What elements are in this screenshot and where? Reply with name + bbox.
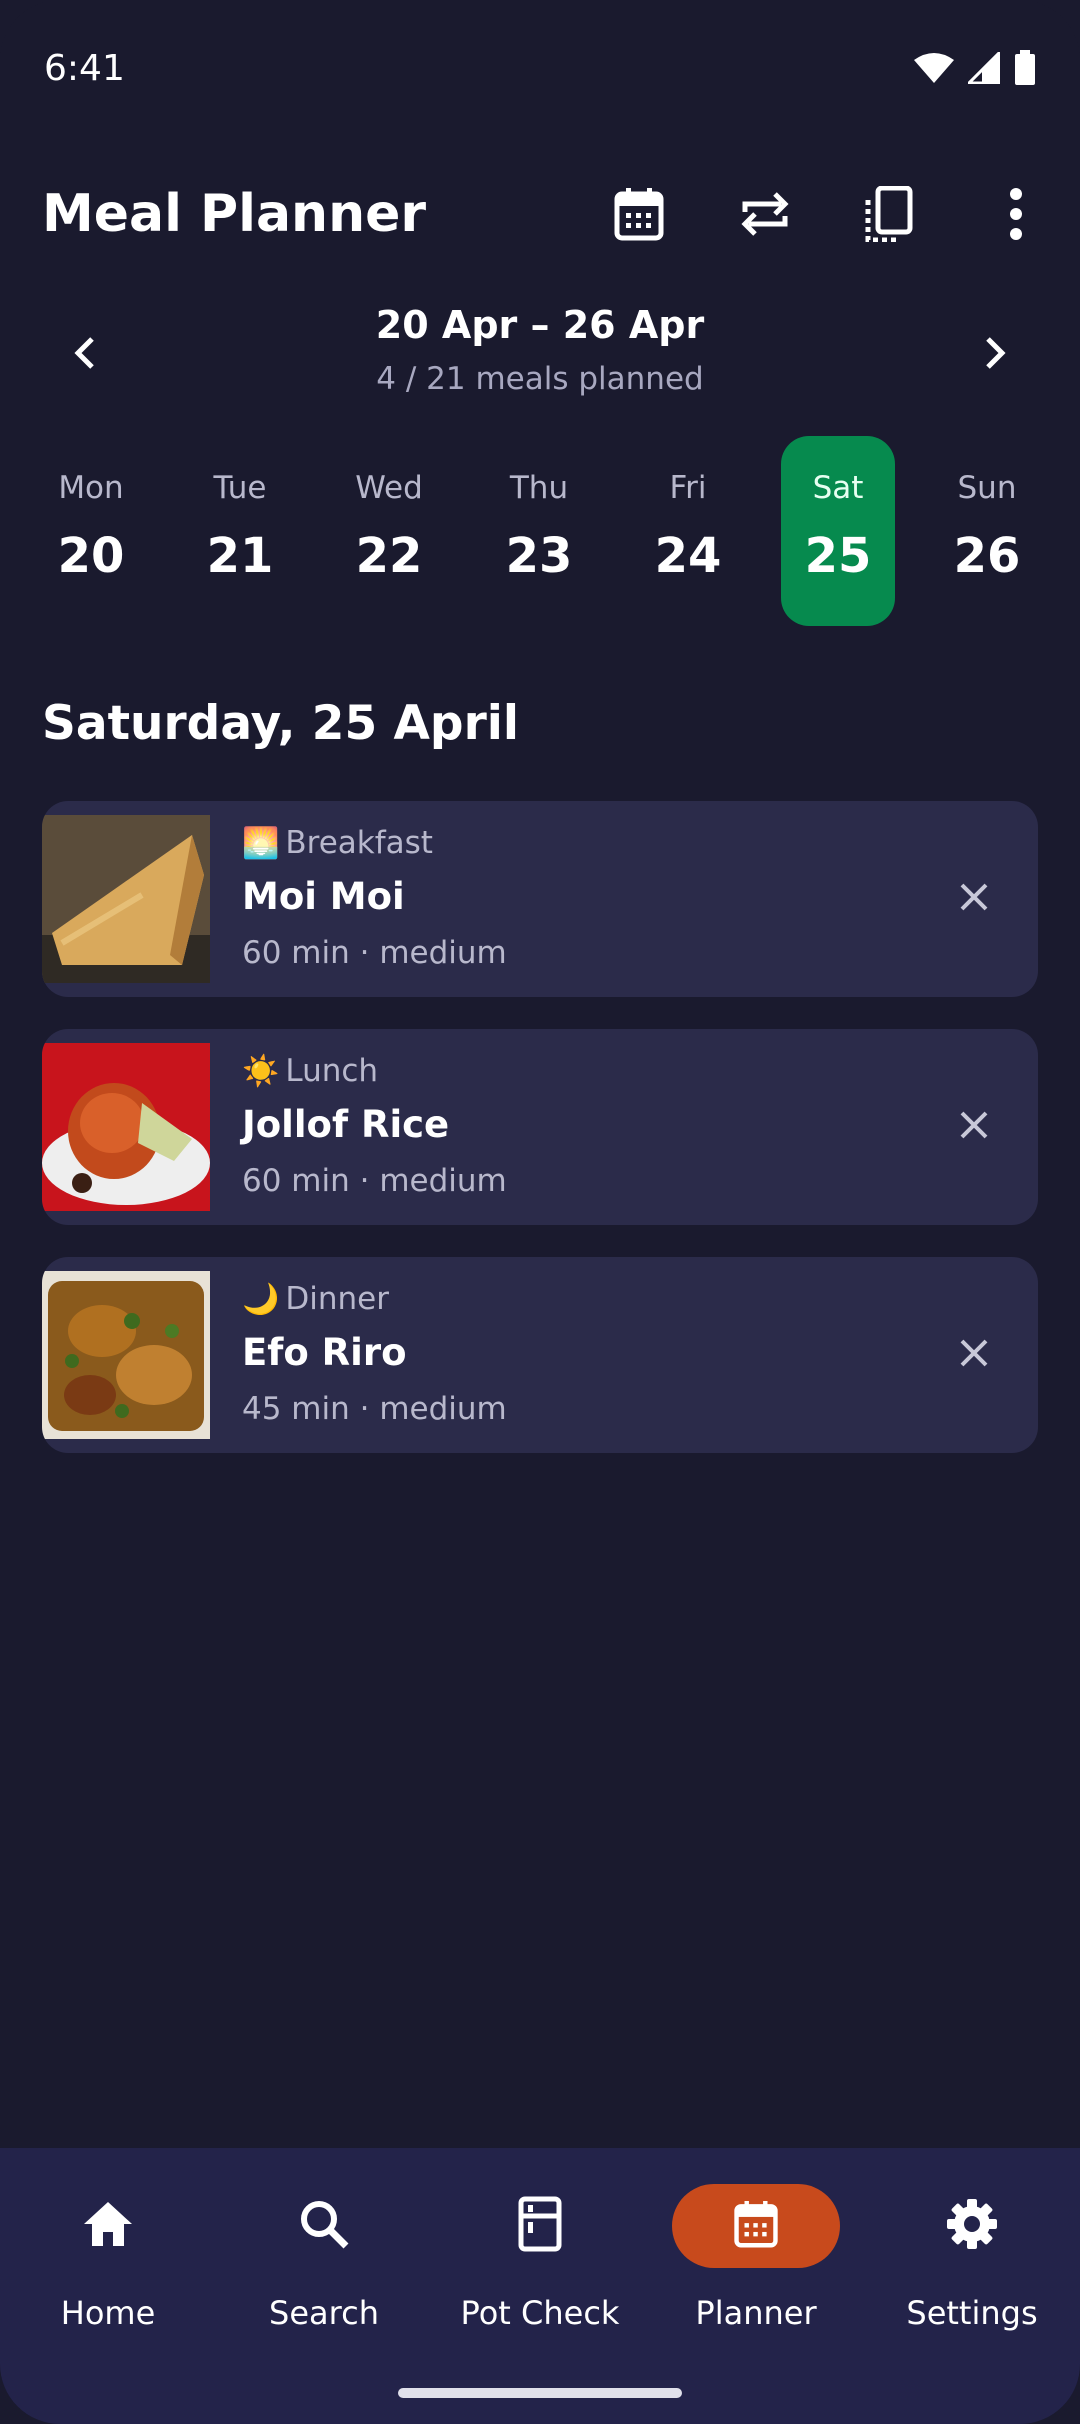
nav-search[interactable]: Search [216, 2148, 432, 2348]
calendar-button[interactable] [603, 180, 675, 252]
meals-planned-count: 4 / 21 meals planned [376, 361, 704, 397]
remove-meal-button[interactable] [940, 865, 1008, 933]
day-number: 20 [57, 528, 125, 584]
calendar-icon [613, 186, 665, 246]
day-tue[interactable]: Tue 21 [183, 436, 297, 626]
calendar-icon [733, 2199, 779, 2253]
day-name: Fri [669, 470, 707, 506]
meal-type: ☀️ Lunch [242, 1053, 378, 1089]
chevron-right-icon [984, 335, 1008, 375]
day-number: 25 [804, 528, 872, 584]
fridge-icon [518, 2196, 562, 2256]
status-icons [914, 50, 1036, 86]
wifi-icon [914, 52, 954, 84]
search-icon [299, 2199, 349, 2253]
week-range: 20 Apr – 26 Apr [375, 303, 705, 347]
remove-meal-button[interactable] [940, 1093, 1008, 1161]
nav-label: Pot Check [460, 2294, 620, 2332]
day-sun[interactable]: Sun 26 [930, 436, 1044, 626]
status-time: 6:41 [44, 48, 125, 89]
nav-label: Planner [695, 2294, 817, 2332]
day-number: 22 [355, 528, 423, 584]
close-icon [959, 1110, 989, 1144]
day-wed[interactable]: Wed 22 [332, 436, 446, 626]
meal-image [42, 815, 210, 983]
day-sat[interactable]: Sat 25 [781, 436, 895, 626]
day-name: Mon [58, 470, 124, 506]
meal-type-label: Dinner [285, 1281, 389, 1317]
meal-card-lunch[interactable]: ☀️ Lunch Jollof Rice 60 min · medium [42, 1029, 1038, 1225]
day-number: 24 [654, 528, 722, 584]
nav-indicator [24, 2184, 192, 2268]
repeat-button[interactable] [729, 180, 801, 252]
signal-icon [968, 52, 1000, 84]
meal-meta: 60 min · medium [242, 1163, 507, 1199]
nav-home[interactable]: Home [0, 2148, 216, 2348]
selected-date-heading: Saturday, 25 April [42, 696, 519, 751]
meal-name: Jollof Rice [242, 1103, 450, 1146]
day-number: 23 [505, 528, 573, 584]
meal-meta: 45 min · medium [242, 1391, 507, 1427]
nav-label: Home [60, 2294, 156, 2332]
moon-icon: 🌙 [242, 1282, 280, 1317]
day-number: 21 [206, 528, 274, 584]
meal-meta: 60 min · medium [242, 935, 507, 971]
day-number: 26 [953, 528, 1021, 584]
day-name: Sat [812, 470, 864, 506]
app-screen: 6:41 Meal Planner 20 Apr – 26 Apr 4 / 21… [0, 0, 1080, 2424]
meal-type: 🌅 Breakfast [242, 825, 433, 861]
repeat-icon [739, 188, 791, 244]
remove-meal-button[interactable] [940, 1321, 1008, 1389]
meal-type-label: Lunch [285, 1053, 379, 1089]
copy-icon [864, 185, 914, 246]
close-icon [959, 1338, 989, 1372]
meal-type: 🌙 Dinner [242, 1281, 389, 1317]
day-name: Tue [213, 470, 267, 506]
meal-type-label: Breakfast [285, 825, 433, 861]
day-fri[interactable]: Fri 24 [631, 436, 745, 626]
day-thu[interactable]: Thu 23 [482, 436, 596, 626]
page-title: Meal Planner [42, 184, 427, 244]
meal-name: Efo Riro [242, 1331, 407, 1374]
sun-icon: ☀️ [242, 1054, 280, 1089]
sunrise-icon: 🌅 [242, 826, 280, 861]
more-vert-icon [1006, 188, 1026, 244]
nav-indicator [672, 2184, 840, 2268]
next-week-button[interactable] [966, 325, 1026, 385]
nav-indicator [888, 2184, 1056, 2268]
nav-settings[interactable]: Settings [864, 2148, 1080, 2348]
bottom-navigation: Home Search Pot Check Planner Settings [0, 2148, 1080, 2424]
nav-indicator [240, 2184, 408, 2268]
day-name: Thu [509, 470, 569, 506]
copy-week-button[interactable] [853, 180, 925, 252]
nav-indicator [456, 2184, 624, 2268]
close-icon [959, 882, 989, 916]
day-strip: Mon 20 Tue 21 Wed 22 Thu 23 Fri 24 Sat 2… [34, 436, 1046, 626]
nav-label: Settings [906, 2294, 1038, 2332]
nav-pot-check[interactable]: Pot Check [432, 2148, 648, 2348]
more-options-button[interactable] [980, 180, 1052, 252]
day-name: Wed [355, 470, 423, 506]
meal-name: Moi Moi [242, 875, 405, 918]
meal-card-dinner[interactable]: 🌙 Dinner Efo Riro 45 min · medium [42, 1257, 1038, 1453]
gear-icon [946, 2198, 998, 2254]
meal-image [42, 1043, 210, 1211]
day-name: Sun [957, 470, 1017, 506]
home-indicator[interactable] [398, 2388, 682, 2398]
nav-planner[interactable]: Planner [648, 2148, 864, 2348]
app-bar: Meal Planner [0, 170, 1080, 260]
meal-image [42, 1271, 210, 1439]
battery-icon [1014, 50, 1036, 86]
meal-card-breakfast[interactable]: 🌅 Breakfast Moi Moi 60 min · medium [42, 801, 1038, 997]
status-bar: 6:41 [0, 0, 1080, 130]
nav-label: Search [269, 2294, 379, 2332]
home-icon [82, 2200, 134, 2252]
week-header: 20 Apr – 26 Apr 4 / 21 meals planned [0, 295, 1080, 415]
day-mon[interactable]: Mon 20 [34, 436, 148, 626]
